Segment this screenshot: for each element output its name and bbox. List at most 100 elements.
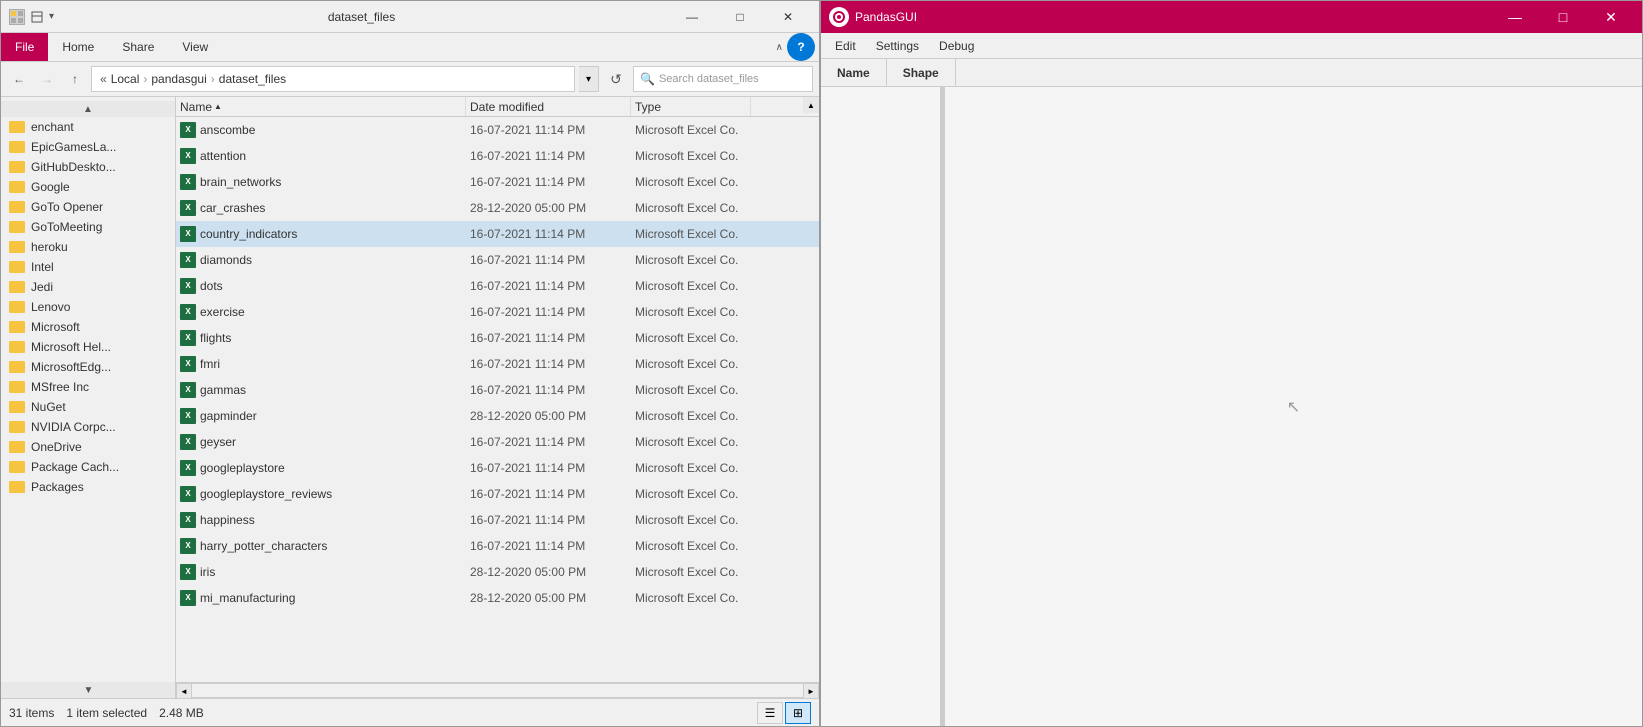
col-header-type[interactable]: Type	[631, 97, 751, 116]
file-size: 2.48 MB	[159, 706, 204, 720]
sidebar-item-enchant[interactable]: enchant	[1, 117, 175, 137]
scrollbar-track[interactable]	[192, 683, 803, 698]
close-button[interactable]: ✕	[765, 1, 811, 33]
excel-icon: X	[180, 226, 196, 242]
pandas-col-shape[interactable]: Shape	[887, 59, 956, 86]
sidebar-item-microsoft[interactable]: Microsoft	[1, 317, 175, 337]
pandas-col-name[interactable]: Name	[821, 59, 887, 86]
file-row-country-indicators[interactable]: X country_indicators 16-07-2021 11:14 PM…	[176, 221, 819, 247]
sidebar-scroll-down[interactable]: ▼	[1, 682, 176, 698]
sidebar-item-microsofthelp[interactable]: Microsoft Hel...	[1, 337, 175, 357]
file-row-happiness[interactable]: X happiness 16-07-2021 11:14 PM Microsof…	[176, 507, 819, 533]
file-row-iris[interactable]: X iris 28-12-2020 05:00 PM Microsoft Exc…	[176, 559, 819, 585]
grid-view-button[interactable]: ⊞	[785, 702, 811, 724]
sidebar-item-intel[interactable]: Intel	[1, 257, 175, 277]
sidebar-item-jedi[interactable]: Jedi	[1, 277, 175, 297]
scroll-left-button[interactable]: ◄	[176, 683, 192, 698]
maximize-button[interactable]: □	[717, 1, 763, 33]
sidebar-label: enchant	[31, 120, 74, 134]
pandas-close-button[interactable]: ✕	[1588, 1, 1634, 33]
pandas-minimize-button[interactable]: —	[1492, 1, 1538, 33]
ribbon-expand-icon[interactable]: ∧	[776, 42, 783, 53]
menu-settings[interactable]: Settings	[866, 33, 929, 58]
help-button[interactable]: ?	[787, 33, 815, 61]
sidebar-label: Jedi	[31, 280, 53, 294]
tab-view[interactable]: View	[168, 33, 222, 61]
file-row-harry-potter[interactable]: X harry_potter_characters 16-07-2021 11:…	[176, 533, 819, 559]
file-row-exercise[interactable]: X exercise 16-07-2021 11:14 PM Microsoft…	[176, 299, 819, 325]
file-row-car-crashes[interactable]: X car_crashes 28-12-2020 05:00 PM Micros…	[176, 195, 819, 221]
path-chevron[interactable]: «	[100, 72, 107, 86]
sidebar-item-onedrive[interactable]: OneDrive	[1, 437, 175, 457]
tab-file[interactable]: File	[1, 33, 48, 61]
sidebar-label: GitHubDeskto...	[31, 160, 116, 174]
scroll-right-button[interactable]: ►	[803, 683, 819, 698]
path-local[interactable]: Local	[111, 72, 140, 86]
sidebar-label: NuGet	[31, 400, 66, 414]
excel-icon: X	[180, 408, 196, 424]
sidebar-item-nuget[interactable]: NuGet	[1, 397, 175, 417]
col-header-date[interactable]: Date modified	[466, 97, 631, 116]
file-row-attention[interactable]: X attention 16-07-2021 11:14 PM Microsof…	[176, 143, 819, 169]
sidebar-item-githubdesktop[interactable]: GitHubDeskto...	[1, 157, 175, 177]
folder-icon	[9, 161, 25, 173]
path-pandasgui[interactable]: pandasgui	[151, 72, 206, 86]
item-count: 31 items	[9, 706, 54, 720]
sidebar-item-gotoopener[interactable]: GoTo Opener	[1, 197, 175, 217]
col-header-name[interactable]: Name ▲	[176, 97, 466, 116]
folder-icon	[9, 481, 25, 493]
file-row-brain-networks[interactable]: X brain_networks 16-07-2021 11:14 PM Mic…	[176, 169, 819, 195]
file-name: exercise	[200, 305, 245, 319]
file-row-dots[interactable]: X dots 16-07-2021 11:14 PM Microsoft Exc…	[176, 273, 819, 299]
file-row-gammas[interactable]: X gammas 16-07-2021 11:14 PM Microsoft E…	[176, 377, 819, 403]
pandas-maximize-button[interactable]: □	[1540, 1, 1586, 33]
up-button[interactable]: ↑	[63, 67, 87, 91]
sidebar-item-packages[interactable]: Packages	[1, 477, 175, 497]
file-type: Microsoft Excel Co.	[631, 409, 751, 423]
cursor-indicator: ↖	[1287, 397, 1300, 417]
file-row-diamonds[interactable]: X diamonds 16-07-2021 11:14 PM Microsoft…	[176, 247, 819, 273]
sidebar-label: Microsoft Hel...	[31, 340, 111, 354]
sidebar-item-heroku[interactable]: heroku	[1, 237, 175, 257]
sidebar-item-msfree[interactable]: MSfree Inc	[1, 377, 175, 397]
refresh-button[interactable]: ↺	[603, 66, 629, 92]
file-row-anscombe[interactable]: X anscombe 16-07-2021 11:14 PM Microsoft…	[176, 117, 819, 143]
menu-debug[interactable]: Debug	[929, 33, 984, 58]
file-row-mi-manufacturing[interactable]: X mi_manufacturing 28-12-2020 05:00 PM M…	[176, 585, 819, 611]
sidebar-item-epicgames[interactable]: EpicGamesLa...	[1, 137, 175, 157]
sidebar-label: Packages	[31, 480, 84, 494]
forward-button[interactable]: →	[35, 67, 59, 91]
file-row-flights[interactable]: X flights 16-07-2021 11:14 PM Microsoft …	[176, 325, 819, 351]
file-name-cell: X dots	[176, 278, 466, 294]
sidebar-item-lenovo[interactable]: Lenovo	[1, 297, 175, 317]
search-placeholder: Search dataset_files	[659, 73, 759, 85]
list-view-button[interactable]: ☰	[757, 702, 783, 724]
sidebar-item-microsoftedge[interactable]: MicrosoftEdg...	[1, 357, 175, 377]
back-button[interactable]: ←	[7, 67, 31, 91]
sidebar-item-gotomeeting[interactable]: GoToMeeting	[1, 217, 175, 237]
sort-arrow: ▲	[214, 102, 222, 111]
file-row-googleplaystore[interactable]: X googleplaystore 16-07-2021 11:14 PM Mi…	[176, 455, 819, 481]
scroll-up-button[interactable]: ▲	[803, 97, 819, 113]
file-name-cell: X mi_manufacturing	[176, 590, 466, 606]
sidebar-item-nvidia[interactable]: NVIDIA Corpc...	[1, 417, 175, 437]
path-dropdown-button[interactable]: ▾	[579, 66, 599, 92]
sidebar-scroll-up[interactable]: ▲	[1, 101, 175, 117]
file-name-cell: X iris	[176, 564, 466, 580]
file-type: Microsoft Excel Co.	[631, 149, 751, 163]
sidebar-item-packagecache[interactable]: Package Cach...	[1, 457, 175, 477]
file-name: diamonds	[200, 253, 252, 267]
file-row-gapminder[interactable]: X gapminder 28-12-2020 05:00 PM Microsof…	[176, 403, 819, 429]
menu-edit[interactable]: Edit	[825, 33, 866, 58]
file-row-fmri[interactable]: X fmri 16-07-2021 11:14 PM Microsoft Exc…	[176, 351, 819, 377]
file-name-cell: X fmri	[176, 356, 466, 372]
tab-home[interactable]: Home	[48, 33, 108, 61]
file-row-googleplaystore-reviews[interactable]: X googleplaystore_reviews 16-07-2021 11:…	[176, 481, 819, 507]
file-row-geyser[interactable]: X geyser 16-07-2021 11:14 PM Microsoft E…	[176, 429, 819, 455]
sidebar-label: heroku	[31, 240, 68, 254]
minimize-button[interactable]: —	[669, 1, 715, 33]
file-type: Microsoft Excel Co.	[631, 123, 751, 137]
path-dataset-files[interactable]: dataset_files	[219, 72, 286, 86]
sidebar-item-google[interactable]: Google	[1, 177, 175, 197]
tab-share[interactable]: Share	[108, 33, 168, 61]
